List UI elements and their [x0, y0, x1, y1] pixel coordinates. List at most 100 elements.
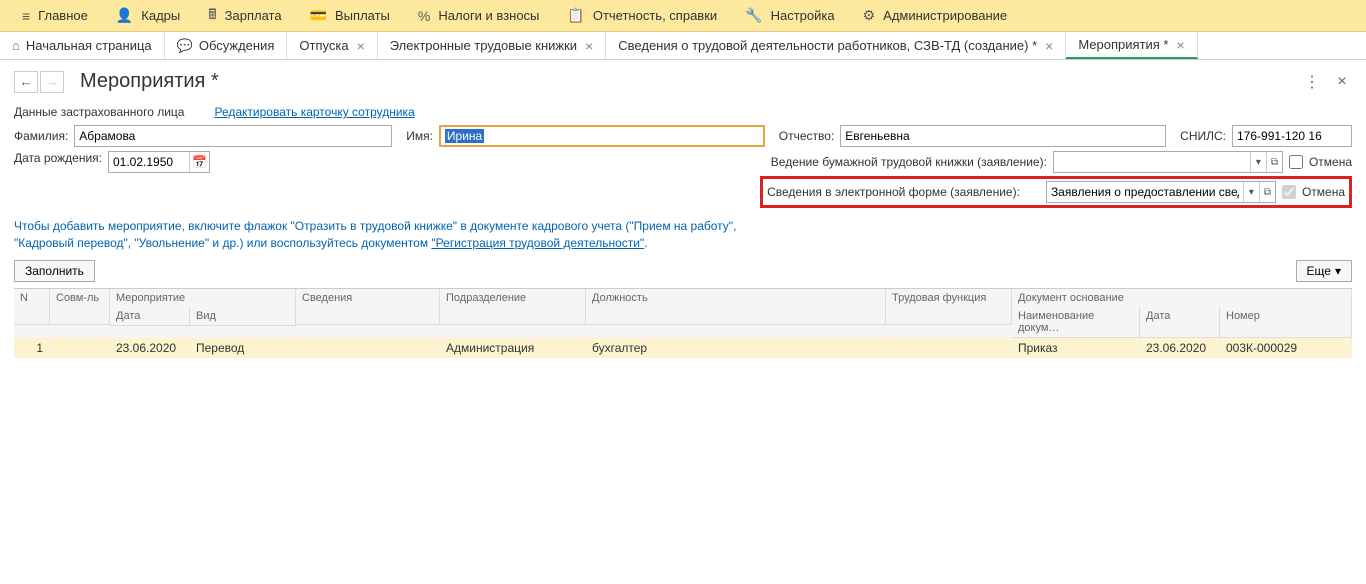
menu-label: Администрирование [883, 8, 1007, 23]
menu-label: Отчетность, справки [593, 8, 717, 23]
cancel1-checkbox[interactable] [1289, 155, 1303, 169]
close-icon[interactable]: × [585, 38, 593, 54]
menu-vyplaty[interactable]: 💳Выплаты [296, 0, 404, 32]
cell-vid: Перевод [190, 338, 296, 358]
col-vid[interactable]: Вид [190, 307, 296, 326]
tab-otpuska[interactable]: Отпуска × [287, 32, 377, 59]
elec-label: Сведения в электронной форме (заявление)… [767, 185, 1020, 199]
col-doc[interactable]: Документ основание [1012, 289, 1352, 307]
cell-func [886, 338, 1012, 358]
cancel2-checkbox[interactable] [1282, 185, 1296, 199]
tab-label: Обсуждения [199, 38, 275, 53]
col-sved[interactable]: Сведения [296, 289, 440, 325]
cell-dolj: бухгалтер [586, 338, 886, 358]
chevron-down-icon: ▾ [1335, 264, 1341, 278]
menu-nastroika[interactable]: 🔧 Настройка [731, 0, 848, 32]
close-icon[interactable]: × [1045, 38, 1053, 54]
cell-n: 1 [14, 338, 50, 358]
tab-meropriyatiya[interactable]: Мероприятия * × [1066, 32, 1197, 59]
fill-button[interactable]: Заполнить [14, 260, 95, 282]
name-value: Ирина [445, 129, 484, 143]
name-input[interactable]: Ирина [439, 125, 765, 147]
insured-section: Данные застрахованного лица Редактироват… [0, 99, 1366, 214]
paper-combo[interactable]: ▾ ⧉ [1053, 151, 1283, 173]
open-icon[interactable]: ⧉ [1266, 152, 1282, 172]
col-n[interactable]: N [14, 289, 50, 325]
tab-szvtd[interactable]: Сведения о трудовой деятельности работни… [606, 32, 1066, 59]
dob-input[interactable] [109, 152, 189, 172]
back-button[interactable]: ← [14, 71, 38, 93]
chat-icon: 💬 [177, 38, 193, 54]
patronymic-input[interactable] [840, 125, 1166, 147]
wrench-icon: 🔧 [745, 7, 762, 24]
tab-label: Мероприятия * [1078, 37, 1168, 52]
paper-label: Ведение бумажной трудовой книжки (заявле… [771, 155, 1047, 169]
cell-sved [296, 338, 440, 358]
col-podr[interactable]: Подразделение [440, 289, 586, 325]
close-icon[interactable]: × [1177, 37, 1185, 53]
col-docdate[interactable]: Дата [1140, 307, 1220, 338]
button-row: Заполнить Еще▾ [0, 260, 1366, 288]
more-button[interactable]: Еще▾ [1296, 260, 1352, 282]
col-date[interactable]: Дата [110, 307, 190, 326]
elec-combo[interactable]: ▾ ⧉ [1046, 181, 1276, 203]
menu-kadry[interactable]: 👤 Кадры [102, 0, 194, 32]
calendar-icon[interactable]: 📅 [189, 152, 209, 172]
cell-sovm [50, 338, 110, 358]
cell-docname: Приказ [1012, 338, 1140, 358]
page-title: Мероприятия * [80, 70, 219, 93]
close-page-icon[interactable]: × [1332, 72, 1352, 92]
paper-input[interactable] [1054, 152, 1250, 172]
person-icon: 👤 [116, 7, 133, 24]
dob-field[interactable]: 📅 [108, 151, 210, 173]
col-dolj[interactable]: Должность [586, 289, 886, 325]
electronic-highlighted-row: Сведения в электронной форме (заявление)… [760, 176, 1352, 208]
pay-icon: 💳 [310, 7, 327, 24]
snils-input[interactable] [1232, 125, 1352, 147]
hint-part2: . [644, 236, 647, 250]
menu-icon: ≡ [22, 8, 30, 24]
menu-label: Главное [38, 8, 88, 23]
elec-input[interactable] [1047, 182, 1243, 202]
close-icon[interactable]: × [357, 38, 365, 54]
chevron-down-icon[interactable]: ▾ [1250, 152, 1266, 172]
open-icon[interactable]: ⧉ [1259, 182, 1275, 202]
menu-zarplata[interactable]: 🖩 Зарплата [194, 0, 295, 32]
edit-employee-link[interactable]: Редактировать карточку сотрудника [214, 105, 414, 119]
more-actions-icon[interactable]: ⋮ [1302, 72, 1322, 92]
menu-otchet[interactable]: 📋Отчетность, справки [553, 0, 731, 32]
forward-button[interactable]: → [40, 71, 64, 93]
col-mer[interactable]: Мероприятие [110, 289, 296, 307]
patronymic-label: Отчество: [779, 129, 835, 143]
menu-label: Кадры [141, 8, 180, 23]
menu-label: Налоги и взносы [438, 8, 539, 23]
menu-label: Настройка [771, 8, 835, 23]
section-label: Данные застрахованного лица [14, 105, 184, 119]
dob-label: Дата рождения: [14, 151, 102, 165]
percent-icon: % [418, 8, 430, 24]
cancel1-label: Отмена [1309, 155, 1352, 169]
name-label: Имя: [406, 129, 433, 143]
tab-home[interactable]: ⌂Начальная страница [0, 32, 165, 59]
menu-admin[interactable]: ⚙Администрирование [849, 0, 1022, 32]
col-func[interactable]: Трудовая функция [886, 289, 1012, 325]
page-header: ← → Мероприятия * ⋮ × [0, 60, 1366, 99]
menu-main[interactable]: ≡ Главное [8, 0, 102, 32]
calc-icon: 🖩 [208, 4, 216, 28]
surname-input[interactable] [74, 125, 392, 147]
registration-link[interactable]: "Регистрация трудовой деятельности" [431, 236, 644, 250]
col-docnum[interactable]: Номер [1220, 307, 1352, 338]
main-menu-bar: ≡ Главное 👤 Кадры 🖩 Зарплата 💳Выплаты % Нало… [0, 0, 1366, 32]
tab-discussions[interactable]: 💬 Обсуждения [165, 32, 288, 59]
table-row[interactable]: 1 23.06.2020 Перевод Администрация бухга… [14, 338, 1352, 358]
col-sovm[interactable]: Совм-ль [50, 289, 110, 325]
chevron-down-icon[interactable]: ▾ [1243, 182, 1259, 202]
tab-label: Электронные трудовые книжки [390, 38, 577, 53]
events-table: N Совм-ль Мероприятие Дата Вид Сведения … [14, 288, 1352, 358]
col-docname[interactable]: Наименование докум… [1012, 307, 1140, 338]
menu-label: Зарплата [225, 8, 282, 23]
cell-date: 23.06.2020 [110, 338, 190, 358]
menu-nalogi[interactable]: % Налоги и взносы [404, 0, 554, 32]
tab-etk[interactable]: Электронные трудовые книжки × [378, 32, 607, 59]
tab-label: Отпуска [299, 38, 348, 53]
